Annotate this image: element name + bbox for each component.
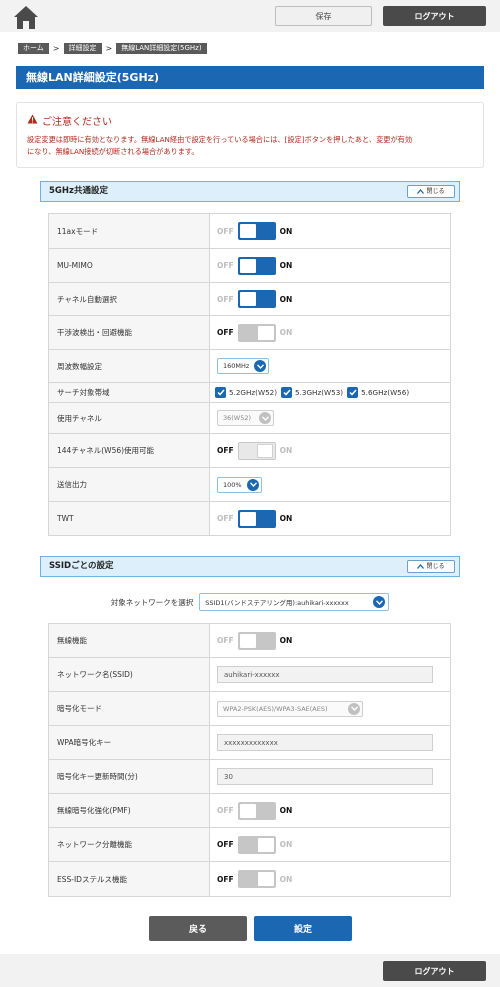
- row-label: 144チャネル(W56)使用可能: [49, 434, 210, 467]
- row-wpa-key: WPA暗号化キー xxxxxxxxxxxxx: [49, 726, 450, 760]
- row-label: 周波数幅設定: [49, 350, 210, 382]
- chevron-down-icon: [348, 702, 360, 715]
- notice-box: ご注意ください 設定変更は即時に有効となります。無線LAN経由で設定を行っている…: [16, 102, 484, 168]
- row-label: 無線暗号化強化(PMF): [49, 794, 210, 827]
- breadcrumb-separator: >: [52, 43, 60, 53]
- mu-mimo-toggle[interactable]: OFF ON: [217, 256, 292, 275]
- target-network-row: 対象ネットワークを選択 SSID1(バンドステアリング用):auhikari-x…: [0, 592, 500, 612]
- target-network-select[interactable]: SSID1(バンドステアリング用):auhikari-xxxxxx: [199, 593, 390, 611]
- row-label: 暗号化モード: [49, 692, 210, 725]
- auto-channel-toggle[interactable]: OFF ON: [217, 290, 292, 308]
- rekey-interval-input[interactable]: 30: [217, 768, 433, 785]
- row-label: MU-MIMO: [49, 249, 210, 282]
- band-w52-checkbox[interactable]: 5.2GHz(W52): [215, 387, 277, 398]
- section-header-common: 5GHz共通設定 閉じる: [40, 181, 460, 202]
- band-w53-checkbox[interactable]: 5.3GHz(W53): [281, 387, 343, 398]
- back-button[interactable]: 戻る: [149, 916, 247, 941]
- breadcrumb: ホーム > 詳細設定 > 無線LAN詳細設定(5GHz): [18, 42, 207, 54]
- channel-select[interactable]: 36(W52): [217, 410, 274, 426]
- row-stealth: ESS-IDステルス機能 OFF ON: [49, 862, 450, 896]
- chevron-up-icon: [417, 189, 425, 194]
- row-search-band: サーチ対象帯域 5.2GHz(W52) 5.3GHz(W53) 5.6GHz(W…: [49, 383, 450, 403]
- twt-toggle[interactable]: OFF ON: [217, 509, 292, 528]
- ax-mode-toggle[interactable]: OFF ON: [217, 222, 292, 240]
- row-label: ネットワーク分離機能: [49, 828, 210, 861]
- ssid-settings-table: 無線機能 OFF ON ネットワーク名(SSID) auhikari-xxxxxx…: [48, 623, 451, 897]
- row-label: サーチ対象帯域: [49, 383, 210, 402]
- isolation-toggle[interactable]: OFF ON: [217, 835, 292, 854]
- common-settings-table: 11axモード OFF ON MU-MIMO OFF ON チャネル自動選択 OFF…: [48, 213, 451, 536]
- row-label: ネットワーク名(SSID): [49, 658, 210, 691]
- logout-button[interactable]: ログアウト: [383, 961, 486, 981]
- interference-toggle[interactable]: OFF ON: [217, 323, 292, 342]
- wpa-key-input[interactable]: xxxxxxxxxxxxx: [217, 734, 433, 751]
- chevron-down-icon: [247, 478, 259, 491]
- home-icon[interactable]: [10, 3, 42, 31]
- row-pmf: 無線暗号化強化(PMF) OFF ON: [49, 794, 450, 828]
- checkmark-icon: [347, 387, 359, 398]
- section-title: 5GHz共通設定: [49, 186, 108, 196]
- row-label: WPA暗号化キー: [49, 726, 210, 759]
- logout-button[interactable]: ログアウト: [383, 6, 486, 26]
- row-label: チャネル自動選択: [49, 283, 210, 315]
- collapse-button[interactable]: 閉じる: [407, 185, 455, 198]
- row-label: 使用チャネル: [49, 403, 210, 433]
- page-title: 無線LAN詳細設定(5GHz): [16, 66, 484, 89]
- row-tx-power: 送信出力 100%: [49, 468, 450, 502]
- breadcrumb-separator: >: [105, 43, 113, 53]
- breadcrumb-current: 無線LAN詳細設定(5GHz): [116, 42, 207, 54]
- enc-mode-select[interactable]: WPA2-PSK(AES)/WPA3-SAE(AES): [217, 700, 363, 717]
- apply-button[interactable]: 設定: [254, 916, 352, 941]
- row-bandwidth: 周波数幅設定 160MHz: [49, 350, 450, 383]
- band-w56-checkbox[interactable]: 5.6GHz(W56): [347, 387, 409, 398]
- wireless-toggle[interactable]: OFF ON: [217, 631, 292, 650]
- row-label: 送信出力: [49, 468, 210, 501]
- row-wireless: 無線機能 OFF ON: [49, 624, 450, 658]
- tx-power-select[interactable]: 100%: [217, 476, 262, 493]
- checkmark-icon: [215, 387, 226, 398]
- row-ch144: 144チャネル(W56)使用可能 OFF ON: [49, 434, 450, 468]
- notice-title: ご注意ください: [42, 117, 112, 128]
- row-label: TWT: [49, 502, 210, 535]
- ch144-toggle[interactable]: OFF ON: [217, 441, 292, 460]
- top-bar: 保存 ログアウト: [0, 0, 500, 32]
- chevron-down-icon: [254, 360, 266, 372]
- notice-line-2: になり、無線LAN接続が切断される場合があります。: [27, 147, 199, 156]
- row-label: ESS-IDステルス機能: [49, 862, 210, 896]
- bandwidth-select[interactable]: 160MHz: [217, 358, 269, 374]
- row-auto-channel: チャネル自動選択 OFF ON: [49, 283, 450, 316]
- chevron-up-icon: [417, 564, 425, 569]
- row-enc-mode: 暗号化モード WPA2-PSK(AES)/WPA3-SAE(AES): [49, 692, 450, 726]
- row-ssid-name: ネットワーク名(SSID) auhikari-xxxxxx: [49, 658, 450, 692]
- breadcrumb-advanced[interactable]: 詳細設定: [63, 42, 102, 54]
- footer-bar: ログアウト: [0, 954, 500, 987]
- section-title: SSIDごとの設定: [49, 561, 114, 571]
- stealth-toggle[interactable]: OFF ON: [217, 870, 292, 888]
- row-label: 11axモード: [49, 214, 210, 248]
- ssid-name-input[interactable]: auhikari-xxxxxx: [217, 666, 433, 683]
- row-twt: TWT OFF ON: [49, 502, 450, 535]
- chevron-down-icon: [259, 412, 271, 424]
- checkmark-icon: [281, 387, 293, 398]
- section-header-ssid: SSIDごとの設定 閉じる: [40, 556, 460, 577]
- row-mu-mimo: MU-MIMO OFF ON: [49, 249, 450, 283]
- notice-line-1: 設定変更は即時に有効となります。無線LAN経由で設定を行っている場合には、[設定…: [27, 135, 413, 144]
- pmf-toggle[interactable]: OFF ON: [217, 801, 292, 820]
- target-network-label: 対象ネットワークを選択: [110, 597, 194, 607]
- chevron-down-icon: [373, 596, 386, 608]
- row-11ax: 11axモード OFF ON: [49, 214, 450, 249]
- row-channel: 使用チャネル 36(W52): [49, 403, 450, 434]
- warning-icon: [27, 114, 38, 127]
- collapse-button[interactable]: 閉じる: [407, 560, 455, 573]
- row-label: 暗号化キー更新時間(分): [49, 760, 210, 793]
- breadcrumb-home[interactable]: ホーム: [18, 42, 49, 54]
- row-label: 無線機能: [49, 624, 210, 657]
- row-interference: 干渉波検出・回避機能 OFF ON: [49, 316, 450, 350]
- row-label: 干渉波検出・回避機能: [49, 316, 210, 349]
- save-button[interactable]: 保存: [275, 6, 372, 26]
- row-isolation: ネットワーク分離機能 OFF ON: [49, 828, 450, 862]
- row-rekey: 暗号化キー更新時間(分) 30: [49, 760, 450, 794]
